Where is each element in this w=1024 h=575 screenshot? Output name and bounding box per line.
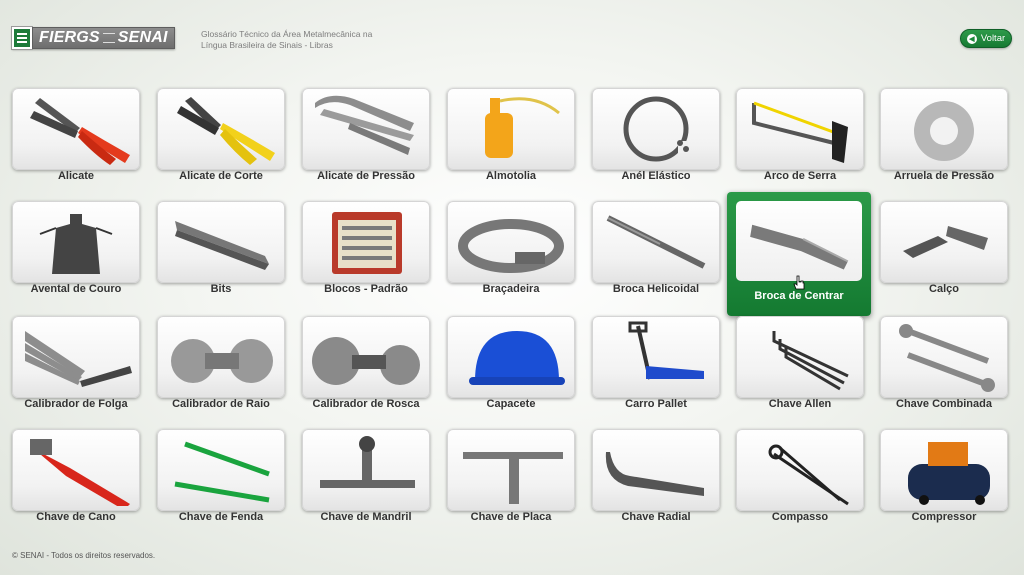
snap-ring-icon	[623, 96, 689, 162]
leather-apron-icon	[39, 214, 113, 274]
lock-washer-icon	[914, 101, 974, 161]
locking-pliers-icon	[315, 95, 414, 155]
chuck-key-icon	[320, 436, 415, 488]
tool-tile-allen-key[interactable]	[736, 316, 864, 398]
fiergs-senai-logo: FIERGS SENAI	[11, 26, 175, 50]
tool-tile-snap-ring[interactable]	[592, 88, 720, 170]
tool-bit-icon	[175, 221, 269, 270]
back-arrow-icon: ◀	[966, 33, 977, 44]
header: FIERGS SENAI Glossário Técnico da Área M…	[0, 0, 1024, 70]
pliers-icon	[30, 98, 130, 165]
tool-tile-radius-gauge[interactable]	[157, 316, 285, 398]
hose-clamp-icon	[458, 219, 564, 273]
tool-label[interactable]: Chave de Placa	[436, 511, 586, 523]
feeler-gauge-icon	[25, 331, 132, 387]
tool-label[interactable]: Alicate de Corte	[146, 170, 296, 182]
tool-label[interactable]: Braçadeira	[436, 283, 586, 295]
tool-tile-chuck-key[interactable]	[302, 429, 430, 511]
tool-tile-leather-apron[interactable]	[12, 201, 140, 283]
tool-tile-hook-spanner[interactable]	[592, 429, 720, 511]
tool-label[interactable]: Almotolia	[436, 170, 586, 182]
tool-label[interactable]: Chave Combinada	[869, 398, 1019, 410]
lathe-chuck-key-icon	[463, 452, 563, 504]
tool-tile-air-compressor[interactable]	[880, 429, 1008, 511]
tool-tile-tool-bit[interactable]	[157, 201, 285, 283]
tool-label[interactable]: Compressor	[869, 511, 1019, 523]
tool-tile-hacksaw[interactable]	[736, 88, 864, 170]
tool-label[interactable]: Blocos - Padrão	[291, 283, 441, 295]
tool-label[interactable]: Calibrador de Rosca	[291, 398, 441, 410]
pipe-wrench-icon	[30, 439, 130, 506]
hand-cursor-icon	[793, 275, 805, 291]
tool-label[interactable]: Broca Helicoidal	[581, 283, 731, 295]
tool-label[interactable]: Chave Allen	[725, 398, 875, 410]
shim-icon	[903, 226, 988, 258]
tool-label[interactable]: Capacete	[436, 398, 586, 410]
page-title: Glossário Técnico da Área Metalmecânica …	[201, 29, 401, 51]
tool-label[interactable]: Calço	[869, 283, 1019, 295]
tool-tile-lock-washer[interactable]	[880, 88, 1008, 170]
helmet-icon	[469, 331, 565, 385]
back-button-label: Voltar	[980, 33, 1006, 44]
tool-tile-pipe-wrench[interactable]	[12, 429, 140, 511]
hook-spanner-icon	[605, 452, 704, 496]
tool-label[interactable]: Arruela de Pressão	[869, 170, 1019, 182]
tool-tile-gauge-blocks[interactable]	[302, 201, 430, 283]
tool-tile-pliers[interactable]	[12, 88, 140, 170]
tool-tile-shim[interactable]	[880, 201, 1008, 283]
tool-label[interactable]: Anél Elástico	[581, 170, 731, 182]
page-title-line-2: Língua Brasileira de Sinais - Libras	[201, 40, 333, 50]
screwdriver-icon	[174, 441, 270, 503]
tool-tile-lathe-chuck-key[interactable]	[447, 429, 575, 511]
radius-gauge-icon	[171, 339, 273, 383]
tool-label[interactable]: Chave de Mandril	[291, 511, 441, 523]
tool-label[interactable]: Arco de Serra	[725, 170, 875, 182]
combination-wrench-icon	[899, 324, 995, 392]
thread-gauge-icon	[312, 337, 420, 385]
oil-can-icon	[485, 97, 560, 158]
copyright-footer: © SENAI - Todos os direitos reservados.	[12, 551, 156, 560]
page-title-line-1: Glossário Técnico da Área Metalmecânica …	[201, 29, 373, 39]
tool-label[interactable]: Chave de Cano	[1, 511, 151, 523]
tool-tile-cutting-pliers[interactable]	[157, 88, 285, 170]
tool-tile-center-drill-selected[interactable]: Broca de Centrar	[727, 192, 871, 316]
tool-label[interactable]: Chave de Fenda	[146, 511, 296, 523]
divider-compass-icon	[768, 444, 849, 506]
cutting-pliers-icon	[177, 97, 275, 165]
allen-key-icon	[772, 331, 849, 391]
tool-tile-helmet[interactable]	[447, 316, 575, 398]
tool-tile-combination-wrench[interactable]	[880, 316, 1008, 398]
twist-drill-icon	[606, 215, 706, 269]
tool-label[interactable]: Calibrador de Folga	[1, 398, 151, 410]
air-compressor-icon	[908, 442, 990, 505]
tool-label[interactable]: Carro Pallet	[581, 398, 731, 410]
back-button[interactable]: ◀ Voltar	[960, 29, 1012, 48]
tool-tile-hose-clamp[interactable]	[447, 201, 575, 283]
tool-tile-feeler-gauge[interactable]	[12, 316, 140, 398]
tool-label[interactable]: Alicate de Pressão	[291, 170, 441, 182]
senai-logo-mark	[11, 26, 33, 50]
tool-tile-oil-can[interactable]	[447, 88, 575, 170]
logo-fiergs-text: FIERGS	[39, 29, 100, 46]
tool-image-frame	[736, 201, 862, 281]
logo-senai-text: SENAI	[117, 29, 168, 46]
center-drill-icon	[750, 224, 849, 270]
tool-label[interactable]: Calibrador de Raio	[146, 398, 296, 410]
tool-tile-locking-pliers[interactable]	[302, 88, 430, 170]
tool-label[interactable]: Avental de Couro	[1, 283, 151, 295]
hacksaw-icon	[752, 101, 848, 163]
tool-tile-pallet-jack[interactable]	[592, 316, 720, 398]
tool-tile-screwdriver[interactable]	[157, 429, 285, 511]
tool-label[interactable]: Compasso	[725, 511, 875, 523]
tool-label[interactable]: Chave Radial	[581, 511, 731, 523]
tool-tile-thread-gauge[interactable]	[302, 316, 430, 398]
tool-tile-twist-drill[interactable]	[592, 201, 720, 283]
tool-label[interactable]: Bits	[146, 283, 296, 295]
gauge-blocks-icon	[332, 212, 402, 274]
tool-tile-divider-compass[interactable]	[736, 429, 864, 511]
tool-label[interactable]: Alicate	[1, 170, 151, 182]
pallet-jack-icon	[628, 321, 704, 380]
tool-label: Broca de Centrar	[754, 290, 844, 302]
